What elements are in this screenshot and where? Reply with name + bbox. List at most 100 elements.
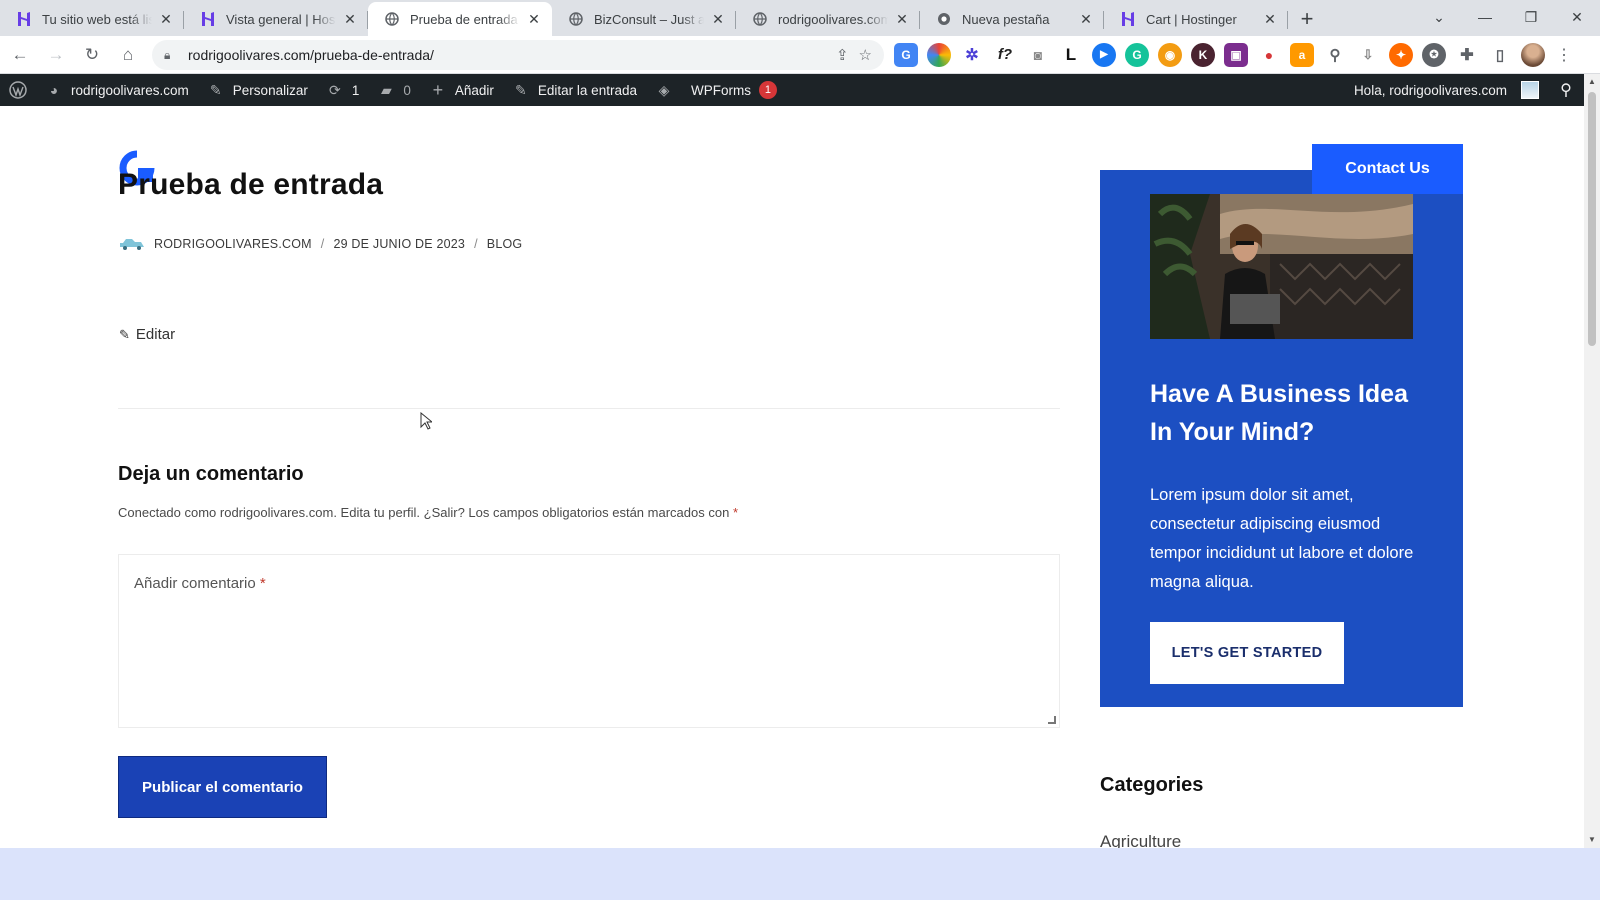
color-picker-extension-icon[interactable] <box>927 42 951 67</box>
page-content: Prueba de entrada RODRIGOOLIVARES.COM / … <box>0 106 1584 848</box>
author-avatar-icon <box>120 239 144 250</box>
logged-in-text: Conectado como rodrigoolivares.com. Edit… <box>118 505 730 520</box>
close-icon[interactable]: ✕ <box>894 11 910 27</box>
tab-title: Prueba de entrada – rodrigoolivares.com <box>410 11 520 27</box>
flame-extension-icon[interactable]: ✦ <box>1389 42 1413 67</box>
play-extension-icon[interactable]: ▶ <box>1092 42 1116 67</box>
asterisk-extension-icon[interactable]: ✲ <box>960 42 984 67</box>
wpforms-label: WPForms <box>690 82 751 98</box>
wp-account-menu[interactable]: Hola, rodrigoolivares.com <box>1345 74 1548 106</box>
fonts-extension-icon[interactable]: f? <box>993 42 1017 67</box>
globe-icon <box>752 11 768 27</box>
categories-title: Categories <box>1100 774 1204 796</box>
amazon-extension-icon[interactable]: a <box>1290 42 1314 67</box>
tab-rodrigoolivares[interactable]: rodrigoolivares.com ✕ <box>736 2 920 36</box>
wp-logo-button[interactable] <box>0 74 36 106</box>
edit-label: Editar <box>135 326 176 343</box>
pin-extension-icon[interactable]: ● <box>1257 42 1281 67</box>
close-icon[interactable]: ✕ <box>342 11 358 27</box>
brush-icon: ✎ <box>209 81 222 98</box>
forward-icon[interactable]: → <box>40 39 72 71</box>
site-name: rodrigoolivares.com <box>71 82 189 98</box>
get-started-button[interactable]: LET'S GET STARTED <box>1150 622 1344 684</box>
tab-search-icon[interactable]: ⌄ <box>1416 9 1462 26</box>
close-icon[interactable]: ✕ <box>710 11 726 27</box>
address-bar[interactable]: 🔒︎ rodrigoolivares.com/prueba-de-entrada… <box>152 39 884 70</box>
hostinger-icon <box>200 11 216 27</box>
puzzle-icon[interactable]: ✚ <box>1455 42 1479 67</box>
k-extension-icon[interactable]: K <box>1191 42 1215 67</box>
resize-handle[interactable] <box>1048 716 1056 724</box>
robot-extension-icon[interactable]: ◉ <box>1158 42 1182 67</box>
wp-site-link[interactable]: ◕ rodrigoolivares.com <box>36 74 198 106</box>
home-icon[interactable]: ⌂ <box>112 39 144 71</box>
close-icon[interactable]: ✕ <box>158 11 174 27</box>
required-mark: * <box>732 505 738 520</box>
scroll-up-icon[interactable]: ▲ <box>1584 74 1600 90</box>
lock-icon[interactable]: 🔒︎ <box>164 48 178 62</box>
edit-post-link[interactable]: ✎ Editar <box>119 326 175 343</box>
close-icon[interactable]: ✕ <box>526 11 542 27</box>
globe-icon <box>384 11 400 27</box>
meta-separator: / <box>474 237 478 251</box>
tab-cart-hostinger[interactable]: Cart | Hostinger ✕ <box>1104 2 1288 36</box>
wp-comments-link[interactable]: ▰ 0 <box>368 74 420 106</box>
close-icon[interactable]: ✕ <box>1078 11 1094 27</box>
meta-separator: / <box>320 237 325 251</box>
page-scrollbar[interactable]: ▲ ▼ <box>1584 74 1600 848</box>
comment-textarea[interactable]: Añadir comentario * <box>118 554 1060 728</box>
wp-admin-bar: ◕ rodrigoolivares.com ✎ Personalizar ⟳ 1… <box>0 74 1584 106</box>
camera-extension-icon[interactable]: ◙ <box>1026 42 1050 67</box>
side-panel-icon[interactable]: ▯ <box>1488 42 1512 67</box>
l-extension-icon[interactable]: L <box>1059 42 1083 67</box>
grammarly-extension-icon[interactable]: G <box>1125 42 1149 67</box>
edit-post-label: Editar la entrada <box>537 82 637 98</box>
scrollbar-thumb[interactable] <box>1588 92 1596 346</box>
tab-nueva-pestana[interactable]: Nueva pestaña ✕ <box>920 2 1104 36</box>
wp-search-button[interactable]: ⚲ <box>1548 74 1584 106</box>
wp-updates-link[interactable]: ⟳ 1 <box>317 74 369 106</box>
globe-icon <box>568 11 584 27</box>
tab-title: BizConsult – Just another <box>594 11 704 27</box>
hostinger-icon <box>16 11 32 27</box>
window-controls: ⌄ — ❐ ✕ <box>1416 0 1600 34</box>
tab-prueba-de-entrada[interactable]: Prueba de entrada – rodrigoolivares.com … <box>368 2 552 36</box>
translate-extension-icon[interactable]: G <box>894 42 918 67</box>
tab-tu-sitio[interactable]: Tu sitio web está listo ✕ <box>0 2 184 36</box>
submit-comment-button[interactable]: Publicar el comentario <box>118 756 327 818</box>
post-author-link[interactable]: RODRIGOOLIVARES.COM <box>154 237 312 251</box>
browser-tab-strip: Tu sitio web está listo ✕ Vista general … <box>0 0 1600 36</box>
wp-wpforms-link[interactable]: WPForms 1 <box>682 74 786 106</box>
category-link[interactable]: Agriculture <box>1100 832 1181 848</box>
scroll-down-icon[interactable]: ▼ <box>1584 832 1600 848</box>
new-tab-button[interactable]: + <box>1292 4 1322 34</box>
comment-placeholder: Añadir comentario <box>134 575 256 592</box>
dev-extension-icon[interactable]: ▣ <box>1224 42 1248 67</box>
wp-theme-icon-link[interactable]: ◈ <box>646 74 682 106</box>
menu-kebab-icon[interactable]: ⋮ <box>1554 45 1574 65</box>
profile-avatar[interactable] <box>1521 42 1545 67</box>
share-icon[interactable]: ⇪ <box>836 46 849 64</box>
wp-new-content-link[interactable]: + Añadir <box>420 74 503 106</box>
promo-title: Have A Business Idea In Your Mind? <box>1150 380 1408 446</box>
tab-vista-general[interactable]: Vista general | Hostinger ✕ <box>184 2 368 36</box>
wp-edit-post-link[interactable]: ✎ Editar la entrada <box>503 74 646 106</box>
post-category-link[interactable]: BLOG <box>487 237 523 251</box>
reload-icon[interactable]: ↻ <box>76 39 108 71</box>
close-icon[interactable]: ✕ <box>1262 11 1278 27</box>
settings-extension-icon[interactable]: ✪ <box>1422 42 1446 67</box>
minimize-icon[interactable]: — <box>1462 9 1508 25</box>
download-extension-icon[interactable]: ⇩ <box>1356 42 1380 67</box>
bookmark-star-icon[interactable]: ☆ <box>859 46 872 64</box>
logged-in-notice: Conectado como rodrigoolivares.com. Edit… <box>118 505 738 520</box>
tab-bizconsult[interactable]: BizConsult – Just another ✕ <box>552 2 736 36</box>
search-extension-icon[interactable]: ⚲ <box>1323 42 1347 67</box>
mouse-cursor-icon <box>420 412 432 430</box>
restore-icon[interactable]: ❐ <box>1508 9 1554 26</box>
back-icon[interactable]: ← <box>4 39 36 71</box>
contact-us-button[interactable]: Contact Us <box>1312 144 1463 194</box>
close-window-icon[interactable]: ✕ <box>1554 9 1600 26</box>
extensions-row: G ✲ f? ◙ L ▶ G ◉ K ▣ ● a ⚲ ⇩ ✦ ✪ ✚ ▯ ⋮ <box>894 42 1574 67</box>
wp-customize-link[interactable]: ✎ Personalizar <box>198 74 317 106</box>
tab-title: Nueva pestaña <box>962 11 1050 27</box>
